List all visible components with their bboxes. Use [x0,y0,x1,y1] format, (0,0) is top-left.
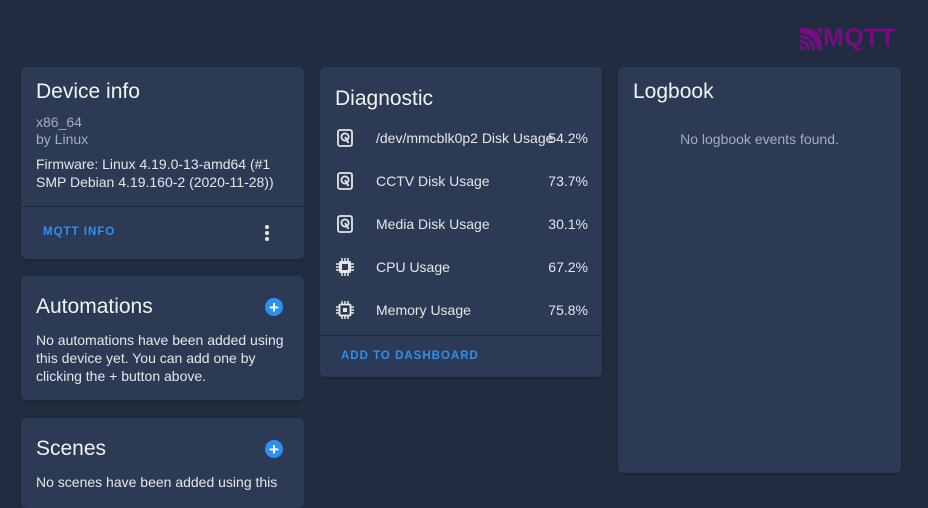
diagnostic-card: Diagnostic /dev/mmcblk0p2 Disk Usage 54.… [320,67,602,377]
logbook-card: Logbook No logbook events found. [618,67,901,473]
logbook-title: Logbook [633,80,714,103]
device-model: x86_64 [36,114,82,130]
diagnostic-row[interactable]: Memory Usage 75.8% [320,288,602,331]
diagnostic-name: Memory Usage [376,301,471,318]
diagnostic-value: 54.2% [548,129,588,146]
scenes-title: Scenes [36,437,107,460]
plus-circle-icon[interactable]: + [265,440,283,458]
diagnostic-divider [320,335,602,336]
diagnostic-name: CPU Usage [376,258,450,275]
scenes-card: Scenes + No scenes have been added using… [21,418,304,508]
device-info-card: Device info x86_64 by Linux Firmware: Li… [21,67,304,259]
harddisk-icon [336,214,354,233]
device-firmware: Firmware: Linux 4.19.0-13-amd64 (#1 SMP … [36,156,274,190]
diagnostic-row[interactable]: /dev/mmcblk0p2 Disk Usage 54.2% [320,116,602,159]
diagnostic-name: CCTV Disk Usage [376,172,490,189]
automations-title: Automations [36,295,153,318]
dots-vertical-icon[interactable] [257,223,277,243]
add-to-dashboard-button[interactable]: ADD TO DASHBOARD [341,350,479,362]
device-info-title: Device info [36,80,140,103]
diagnostic-row[interactable]: Media Disk Usage 30.1% [320,202,602,245]
plus-circle-icon[interactable]: + [265,298,283,316]
automations-empty-text: No automations have been added using thi… [36,332,284,384]
harddisk-icon [336,128,354,147]
diagnostic-value: 67.2% [548,258,588,275]
mqtt-logo: MQTT [800,24,896,53]
diagnostic-value: 30.1% [548,215,588,232]
diagnostic-name: /dev/mmcblk0p2 Disk Usage [376,129,554,146]
cpu-icon [336,257,354,276]
device-info-divider [21,206,304,207]
mqtt-logo-text: MQTT [823,24,896,52]
diagnostic-value: 75.8% [548,301,588,318]
scenes-empty-text: No scenes have been added using this [36,474,278,490]
memory-icon [336,300,354,319]
mqtt-logo-icon [800,27,822,50]
diagnostic-title: Diagnostic [335,87,434,110]
diagnostic-name: Media Disk Usage [376,215,490,232]
device-manufacturer: by Linux [36,131,89,147]
diagnostic-row[interactable]: CCTV Disk Usage 73.7% [320,159,602,202]
logbook-empty-text: No logbook events found. [680,131,839,147]
diagnostic-row[interactable]: CPU Usage 67.2% [320,245,602,288]
mqtt-info-button[interactable]: MQTT INFO [43,226,115,238]
diagnostic-value: 73.7% [548,172,588,189]
harddisk-icon [336,171,354,190]
automations-card: Automations + No automations have been a… [21,276,304,400]
